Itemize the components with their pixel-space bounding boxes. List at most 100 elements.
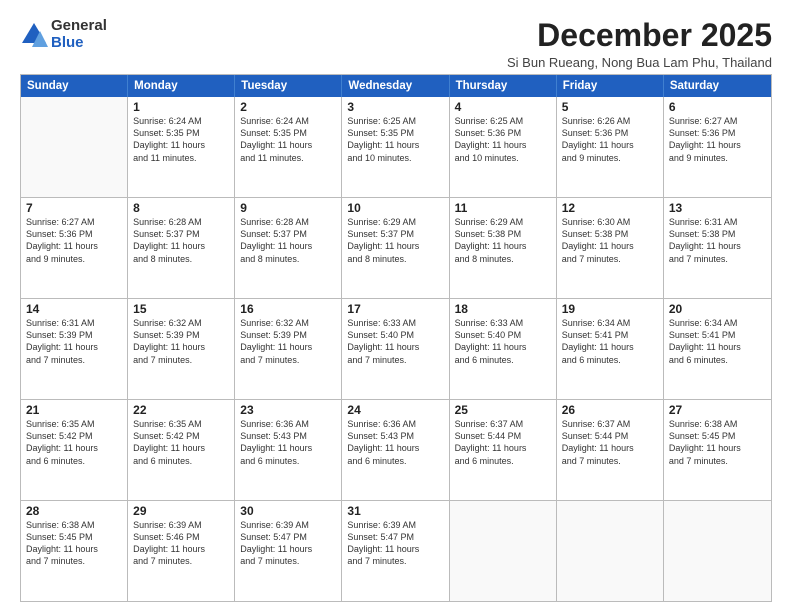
calendar-cell: 22Sunrise: 6:35 AM Sunset: 5:42 PM Dayli… xyxy=(128,400,235,500)
calendar-cell: 16Sunrise: 6:32 AM Sunset: 5:39 PM Dayli… xyxy=(235,299,342,399)
cell-info: Sunrise: 6:34 AM Sunset: 5:41 PM Dayligh… xyxy=(669,317,766,366)
cell-info: Sunrise: 6:33 AM Sunset: 5:40 PM Dayligh… xyxy=(347,317,443,366)
cell-day-number: 7 xyxy=(26,201,122,215)
header-day-thursday: Thursday xyxy=(450,75,557,97)
header-day-wednesday: Wednesday xyxy=(342,75,449,97)
calendar-cell: 15Sunrise: 6:32 AM Sunset: 5:39 PM Dayli… xyxy=(128,299,235,399)
cell-day-number: 22 xyxy=(133,403,229,417)
header-day-friday: Friday xyxy=(557,75,664,97)
title-block: December 2025 Si Bun Rueang, Nong Bua La… xyxy=(507,18,772,70)
calendar-cell: 30Sunrise: 6:39 AM Sunset: 5:47 PM Dayli… xyxy=(235,501,342,601)
header-day-monday: Monday xyxy=(128,75,235,97)
cell-day-number: 8 xyxy=(133,201,229,215)
calendar-cell: 19Sunrise: 6:34 AM Sunset: 5:41 PM Dayli… xyxy=(557,299,664,399)
cell-info: Sunrise: 6:38 AM Sunset: 5:45 PM Dayligh… xyxy=(26,519,122,568)
calendar-cell: 6Sunrise: 6:27 AM Sunset: 5:36 PM Daylig… xyxy=(664,97,771,197)
page: General Blue December 2025 Si Bun Rueang… xyxy=(0,0,792,612)
cell-day-number: 10 xyxy=(347,201,443,215)
cell-day-number: 4 xyxy=(455,100,551,114)
calendar: SundayMondayTuesdayWednesdayThursdayFrid… xyxy=(20,74,772,602)
calendar-cell: 8Sunrise: 6:28 AM Sunset: 5:37 PM Daylig… xyxy=(128,198,235,298)
cell-info: Sunrise: 6:24 AM Sunset: 5:35 PM Dayligh… xyxy=(133,115,229,164)
cell-info: Sunrise: 6:39 AM Sunset: 5:46 PM Dayligh… xyxy=(133,519,229,568)
month-title: December 2025 xyxy=(507,18,772,53)
calendar-header: SundayMondayTuesdayWednesdayThursdayFrid… xyxy=(21,75,771,97)
cell-day-number: 29 xyxy=(133,504,229,518)
cell-info: Sunrise: 6:35 AM Sunset: 5:42 PM Dayligh… xyxy=(26,418,122,467)
calendar-cell xyxy=(664,501,771,601)
cell-info: Sunrise: 6:30 AM Sunset: 5:38 PM Dayligh… xyxy=(562,216,658,265)
calendar-row-3: 21Sunrise: 6:35 AM Sunset: 5:42 PM Dayli… xyxy=(21,400,771,501)
calendar-cell: 28Sunrise: 6:38 AM Sunset: 5:45 PM Dayli… xyxy=(21,501,128,601)
calendar-cell: 24Sunrise: 6:36 AM Sunset: 5:43 PM Dayli… xyxy=(342,400,449,500)
calendar-cell: 12Sunrise: 6:30 AM Sunset: 5:38 PM Dayli… xyxy=(557,198,664,298)
cell-day-number: 14 xyxy=(26,302,122,316)
cell-info: Sunrise: 6:39 AM Sunset: 5:47 PM Dayligh… xyxy=(240,519,336,568)
calendar-cell xyxy=(450,501,557,601)
cell-info: Sunrise: 6:37 AM Sunset: 5:44 PM Dayligh… xyxy=(455,418,551,467)
cell-info: Sunrise: 6:28 AM Sunset: 5:37 PM Dayligh… xyxy=(240,216,336,265)
header-day-saturday: Saturday xyxy=(664,75,771,97)
cell-day-number: 12 xyxy=(562,201,658,215)
calendar-cell: 20Sunrise: 6:34 AM Sunset: 5:41 PM Dayli… xyxy=(664,299,771,399)
cell-info: Sunrise: 6:27 AM Sunset: 5:36 PM Dayligh… xyxy=(26,216,122,265)
header-day-sunday: Sunday xyxy=(21,75,128,97)
cell-day-number: 1 xyxy=(133,100,229,114)
logo-icon xyxy=(20,21,48,49)
calendar-cell: 17Sunrise: 6:33 AM Sunset: 5:40 PM Dayli… xyxy=(342,299,449,399)
calendar-cell: 11Sunrise: 6:29 AM Sunset: 5:38 PM Dayli… xyxy=(450,198,557,298)
calendar-cell xyxy=(21,97,128,197)
cell-day-number: 2 xyxy=(240,100,336,114)
cell-info: Sunrise: 6:36 AM Sunset: 5:43 PM Dayligh… xyxy=(240,418,336,467)
logo-text: General Blue xyxy=(51,18,107,51)
calendar-cell: 25Sunrise: 6:37 AM Sunset: 5:44 PM Dayli… xyxy=(450,400,557,500)
cell-day-number: 28 xyxy=(26,504,122,518)
logo-blue: Blue xyxy=(51,35,107,52)
calendar-cell: 29Sunrise: 6:39 AM Sunset: 5:46 PM Dayli… xyxy=(128,501,235,601)
calendar-cell: 18Sunrise: 6:33 AM Sunset: 5:40 PM Dayli… xyxy=(450,299,557,399)
calendar-cell: 1Sunrise: 6:24 AM Sunset: 5:35 PM Daylig… xyxy=(128,97,235,197)
calendar-body: 1Sunrise: 6:24 AM Sunset: 5:35 PM Daylig… xyxy=(21,97,771,602)
calendar-cell: 23Sunrise: 6:36 AM Sunset: 5:43 PM Dayli… xyxy=(235,400,342,500)
logo-general: General xyxy=(51,18,107,35)
calendar-cell: 14Sunrise: 6:31 AM Sunset: 5:39 PM Dayli… xyxy=(21,299,128,399)
cell-info: Sunrise: 6:39 AM Sunset: 5:47 PM Dayligh… xyxy=(347,519,443,568)
calendar-cell: 5Sunrise: 6:26 AM Sunset: 5:36 PM Daylig… xyxy=(557,97,664,197)
cell-info: Sunrise: 6:29 AM Sunset: 5:37 PM Dayligh… xyxy=(347,216,443,265)
cell-day-number: 27 xyxy=(669,403,766,417)
calendar-row-4: 28Sunrise: 6:38 AM Sunset: 5:45 PM Dayli… xyxy=(21,501,771,602)
calendar-cell: 2Sunrise: 6:24 AM Sunset: 5:35 PM Daylig… xyxy=(235,97,342,197)
cell-info: Sunrise: 6:29 AM Sunset: 5:38 PM Dayligh… xyxy=(455,216,551,265)
calendar-cell: 10Sunrise: 6:29 AM Sunset: 5:37 PM Dayli… xyxy=(342,198,449,298)
header-day-tuesday: Tuesday xyxy=(235,75,342,97)
calendar-row-0: 1Sunrise: 6:24 AM Sunset: 5:35 PM Daylig… xyxy=(21,97,771,198)
location: Si Bun Rueang, Nong Bua Lam Phu, Thailan… xyxy=(507,55,772,70)
cell-info: Sunrise: 6:25 AM Sunset: 5:36 PM Dayligh… xyxy=(455,115,551,164)
cell-day-number: 31 xyxy=(347,504,443,518)
calendar-cell: 26Sunrise: 6:37 AM Sunset: 5:44 PM Dayli… xyxy=(557,400,664,500)
cell-day-number: 23 xyxy=(240,403,336,417)
cell-day-number: 3 xyxy=(347,100,443,114)
calendar-cell: 4Sunrise: 6:25 AM Sunset: 5:36 PM Daylig… xyxy=(450,97,557,197)
cell-day-number: 6 xyxy=(669,100,766,114)
cell-day-number: 19 xyxy=(562,302,658,316)
cell-day-number: 16 xyxy=(240,302,336,316)
cell-day-number: 18 xyxy=(455,302,551,316)
cell-day-number: 21 xyxy=(26,403,122,417)
cell-info: Sunrise: 6:35 AM Sunset: 5:42 PM Dayligh… xyxy=(133,418,229,467)
cell-info: Sunrise: 6:38 AM Sunset: 5:45 PM Dayligh… xyxy=(669,418,766,467)
cell-info: Sunrise: 6:33 AM Sunset: 5:40 PM Dayligh… xyxy=(455,317,551,366)
cell-info: Sunrise: 6:37 AM Sunset: 5:44 PM Dayligh… xyxy=(562,418,658,467)
cell-info: Sunrise: 6:31 AM Sunset: 5:39 PM Dayligh… xyxy=(26,317,122,366)
cell-info: Sunrise: 6:24 AM Sunset: 5:35 PM Dayligh… xyxy=(240,115,336,164)
calendar-cell: 21Sunrise: 6:35 AM Sunset: 5:42 PM Dayli… xyxy=(21,400,128,500)
cell-day-number: 20 xyxy=(669,302,766,316)
calendar-cell: 13Sunrise: 6:31 AM Sunset: 5:38 PM Dayli… xyxy=(664,198,771,298)
cell-day-number: 30 xyxy=(240,504,336,518)
cell-info: Sunrise: 6:28 AM Sunset: 5:37 PM Dayligh… xyxy=(133,216,229,265)
cell-info: Sunrise: 6:27 AM Sunset: 5:36 PM Dayligh… xyxy=(669,115,766,164)
cell-day-number: 17 xyxy=(347,302,443,316)
calendar-cell: 3Sunrise: 6:25 AM Sunset: 5:35 PM Daylig… xyxy=(342,97,449,197)
cell-day-number: 9 xyxy=(240,201,336,215)
cell-day-number: 15 xyxy=(133,302,229,316)
